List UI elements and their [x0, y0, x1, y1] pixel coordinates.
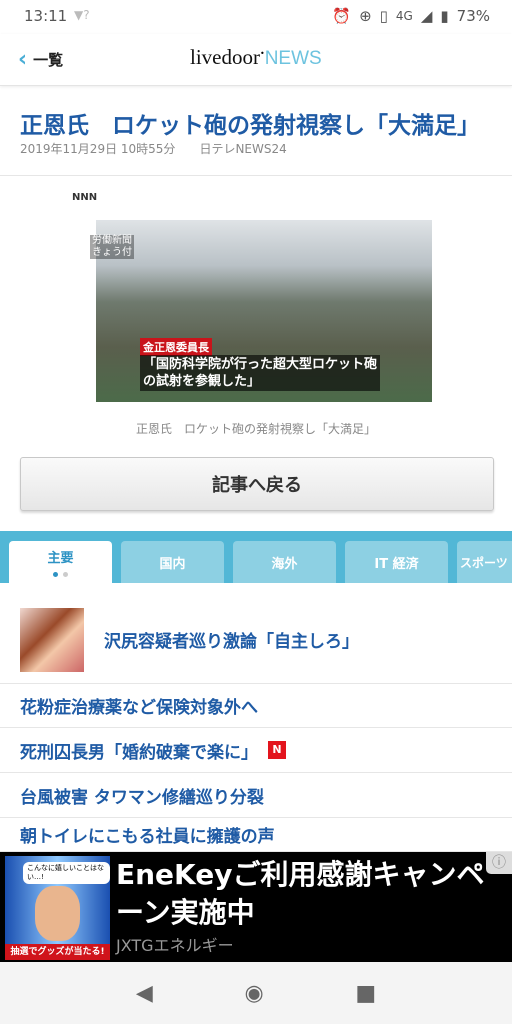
ad-bubble-text: こんなに嬉しいことはない…! [23, 862, 110, 884]
tab-1[interactable]: 国内 [121, 541, 224, 583]
signal-icon: ◢ [420, 7, 433, 25]
app-header: ‹ 一覧 livedoor•NEWS [0, 34, 512, 86]
alarm-icon: ⏰ [332, 7, 352, 25]
livedoor-news-logo: livedoor•NEWS [190, 45, 322, 69]
news-title: 台風被害 タワマン修繕巡り分裂 [20, 787, 264, 808]
battery-level: 73% [456, 7, 490, 25]
tab-3[interactable]: IT 経済 [345, 541, 448, 583]
divider [0, 175, 512, 176]
news-thumbnail [20, 607, 84, 672]
tab-label: 海外 [271, 556, 298, 572]
ad-character [35, 886, 80, 941]
new-badge: N [268, 741, 286, 759]
recents-icon[interactable]: ■ [355, 981, 376, 1006]
network-type: 4G [395, 9, 413, 23]
back-to-article-button[interactable]: 記事へ戻る [20, 457, 494, 511]
tab-label: 国内 [159, 556, 186, 572]
photo-source-label: 労働新聞 きょう付 [90, 235, 134, 259]
image-caption: 正恩氏 ロケット砲の発射視察し「大満足」 [135, 422, 376, 436]
tab-0[interactable]: 主要 [9, 541, 112, 583]
news-title: 死刑囚長男「婚約破棄で楽に」 [20, 742, 258, 763]
news-item[interactable]: 台風被害 タワマン修繕巡り分裂 [0, 773, 512, 818]
ad-promo-text: 抽選でグッズが当たる! [5, 944, 110, 960]
ad-banner[interactable]: こんなに嬉しいことはない…! 抽選でグッズが当たる! EneKeyご利用感謝キャ… [0, 852, 512, 962]
nnn-logo: NNN [72, 192, 98, 203]
tab-label: スポーツ [460, 555, 508, 570]
data-saver-icon: ⊕ [359, 7, 372, 25]
clock: 13:11 [24, 7, 68, 25]
back-icon[interactable]: ◀ [136, 981, 153, 1006]
article-photo[interactable]: NNN 労働新聞 きょう付 金正恩委員長 「国防科学院が行った超大型ロケット砲の… [70, 190, 442, 402]
tab-label: 主要 [47, 551, 74, 566]
news-title: 朝トイレにこもる社員に擁護の声 [20, 827, 275, 847]
photo-caption-overlay: 「国防科学院が行った超大型ロケット砲の試射を参観した」 [140, 355, 380, 391]
back-label: 一覧 [33, 51, 64, 69]
news-title: 沢尻容疑者巡り激論「自主しろ」 [104, 632, 359, 652]
system-nav-bar: ◀ ◉ ■ [0, 962, 512, 1024]
news-item[interactable]: 沢尻容疑者巡り激論「自主しろ」 [0, 596, 512, 684]
page-dots [53, 572, 68, 577]
status-bar: 13:11 ▼? ⏰ ⊕ ▯ 4G ◢ ▮ 73% [0, 0, 512, 34]
vibrate-icon: ▯ [379, 7, 388, 25]
news-item[interactable]: 花粉症治療薬など保険対象外へ [0, 684, 512, 728]
tab-label: IT 経済 [374, 556, 419, 572]
news-item[interactable]: 死刑囚長男「婚約破棄で楽に」 N [0, 728, 512, 773]
home-icon[interactable]: ◉ [244, 981, 263, 1006]
tab-4[interactable]: スポーツ [457, 541, 512, 583]
ad-advertiser: JXTGエネルギー [116, 936, 234, 955]
news-item[interactable]: 朝トイレにこもる社員に擁護の声 [0, 818, 512, 852]
article-title: 正恩氏 ロケット砲の発射視察し「大満足」 [20, 113, 480, 139]
article-meta: 2019年11月29日 10時55分 日テレNEWS24 [20, 142, 287, 156]
ad-headline: EneKeyご利用感謝キャンペーン実施中 [116, 858, 485, 929]
wifi-unknown-icon: ▼? [74, 8, 90, 22]
chevron-left-icon: ‹ [18, 47, 28, 72]
ad-image: こんなに嬉しいことはない…! 抽選でグッズが当たる! [5, 856, 110, 960]
category-tabs: 主要 国内 海外 IT 経済 スポーツ [9, 541, 512, 583]
battery-icon: ▮ [440, 7, 449, 25]
ad-info-icon[interactable]: ⓘ [486, 852, 512, 874]
photo-name-label: 金正恩委員長 [140, 338, 212, 356]
back-to-list-button[interactable]: ‹ 一覧 [18, 47, 63, 72]
news-title: 花粉症治療薬など保険対象外へ [20, 698, 258, 718]
tab-2[interactable]: 海外 [233, 541, 336, 583]
